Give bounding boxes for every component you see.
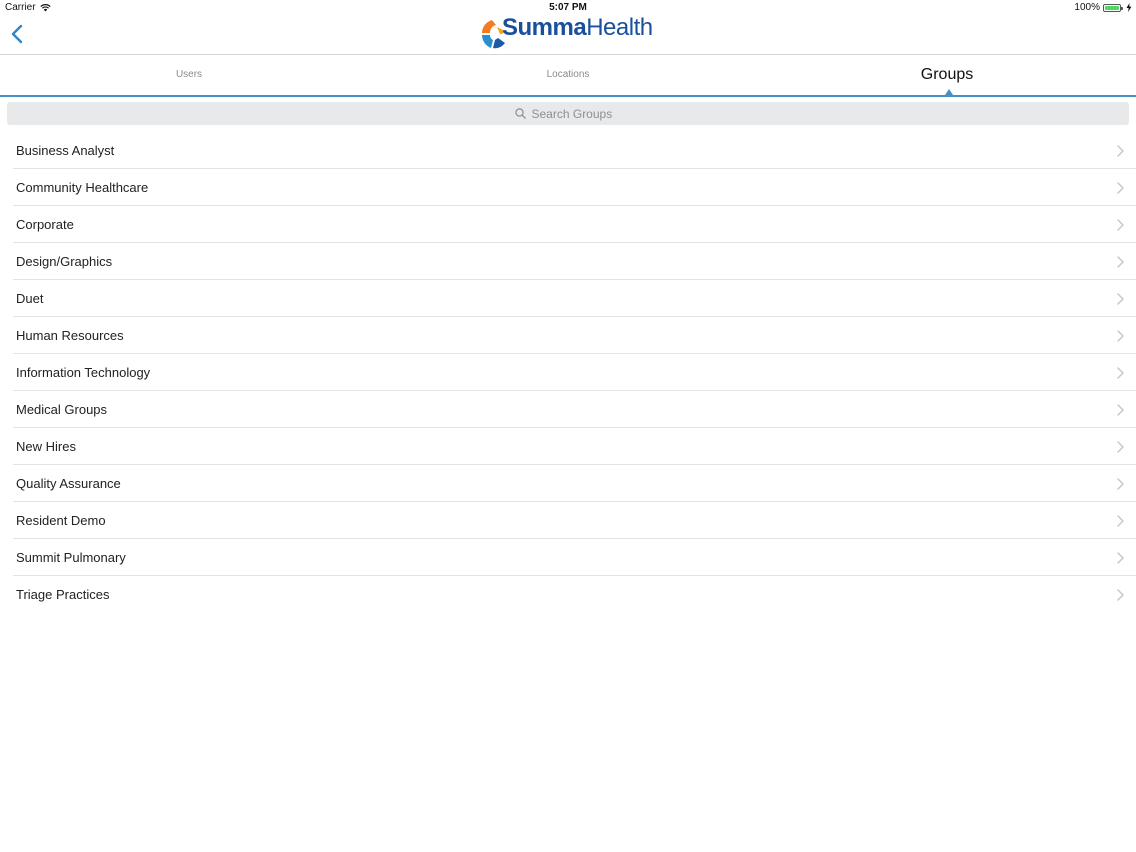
chevron-right-icon: [1117, 293, 1124, 305]
list-item-label: Duet: [16, 291, 44, 306]
chevron-right-icon: [1117, 367, 1124, 379]
chevron-right-icon: [1117, 478, 1124, 490]
chevron-right-icon: [1117, 552, 1124, 564]
summa-health-logo: SummaHealth: [478, 14, 658, 54]
list-item-label: Corporate: [16, 217, 74, 232]
list-item-label: New Hires: [16, 439, 76, 454]
status-time: 5:07 PM: [549, 2, 587, 13]
chevron-right-icon: [1117, 219, 1124, 231]
list-item-label: Resident Demo: [16, 513, 106, 528]
list-item-medical-groups[interactable]: Medical Groups: [0, 391, 1136, 428]
search-bar[interactable]: [7, 102, 1129, 125]
battery-fill: [1105, 5, 1119, 10]
list-item-business-analyst[interactable]: Business Analyst: [0, 132, 1136, 169]
chevron-right-icon: [1117, 256, 1124, 268]
bolt-icon: [1126, 3, 1132, 12]
list-item-summit-pulmonary[interactable]: Summit Pulmonary: [0, 539, 1136, 576]
battery-percent: 100%: [1074, 2, 1100, 13]
tab-users[interactable]: Users: [0, 55, 378, 95]
status-right: 100%: [1074, 2, 1132, 13]
list-item-label: Medical Groups: [16, 402, 108, 417]
list-item-label: Human Resources: [16, 328, 124, 343]
tab-locations[interactable]: Locations: [379, 55, 757, 95]
chevron-right-icon: [1117, 145, 1124, 157]
list-item-quality-assurance[interactable]: Quality Assurance: [0, 465, 1136, 502]
chevron-right-icon: [1117, 404, 1124, 416]
list-item-human-resources[interactable]: Human Resources: [0, 317, 1136, 354]
list-item-triage-practices[interactable]: Triage Practices: [0, 576, 1136, 613]
list-item-community-healthcare[interactable]: Community Healthcare: [0, 169, 1136, 206]
logo-text-bold: Summa: [502, 14, 587, 41]
chevron-right-icon: [1117, 589, 1124, 601]
list-item-label: Information Technology: [16, 365, 151, 380]
chevron-right-icon: [1117, 330, 1124, 342]
list-item-resident-demo[interactable]: Resident Demo: [0, 502, 1136, 539]
list-item-corporate[interactable]: Corporate: [0, 206, 1136, 243]
list-item-label: Design/Graphics: [16, 254, 113, 269]
list-item-design-graphics[interactable]: Design/Graphics: [0, 243, 1136, 280]
logo-text: SummaHealth: [502, 14, 653, 42]
list-item-label: Quality Assurance: [16, 476, 121, 491]
active-tab-indicator: [945, 89, 953, 95]
chevron-right-icon: [1117, 182, 1124, 194]
list-item-label: Triage Practices: [16, 587, 110, 602]
logo-text-regular: Health: [586, 14, 653, 41]
list-item-label: Business Analyst: [16, 143, 115, 158]
list-item-label: Community Healthcare: [16, 180, 149, 195]
list-item-information-technology[interactable]: Information Technology: [0, 354, 1136, 391]
battery-icon: [1103, 3, 1123, 12]
list-item-new-hires[interactable]: New Hires: [0, 428, 1136, 465]
search-icon: [514, 108, 526, 119]
groups-list: Business Analyst Community Healthcare Co…: [0, 132, 1136, 613]
navigation-bar: SummaHealth: [0, 14, 1136, 55]
segmented-tabs: Users Locations Groups: [0, 55, 1136, 97]
back-button[interactable]: [6, 22, 30, 46]
search-input[interactable]: [531, 106, 622, 121]
chevron-right-icon: [1117, 515, 1124, 527]
list-item-label: Summit Pulmonary: [16, 550, 126, 565]
chevron-right-icon: [1117, 441, 1124, 453]
list-item-duet[interactable]: Duet: [0, 280, 1136, 317]
chevron-left-icon: [11, 24, 23, 44]
